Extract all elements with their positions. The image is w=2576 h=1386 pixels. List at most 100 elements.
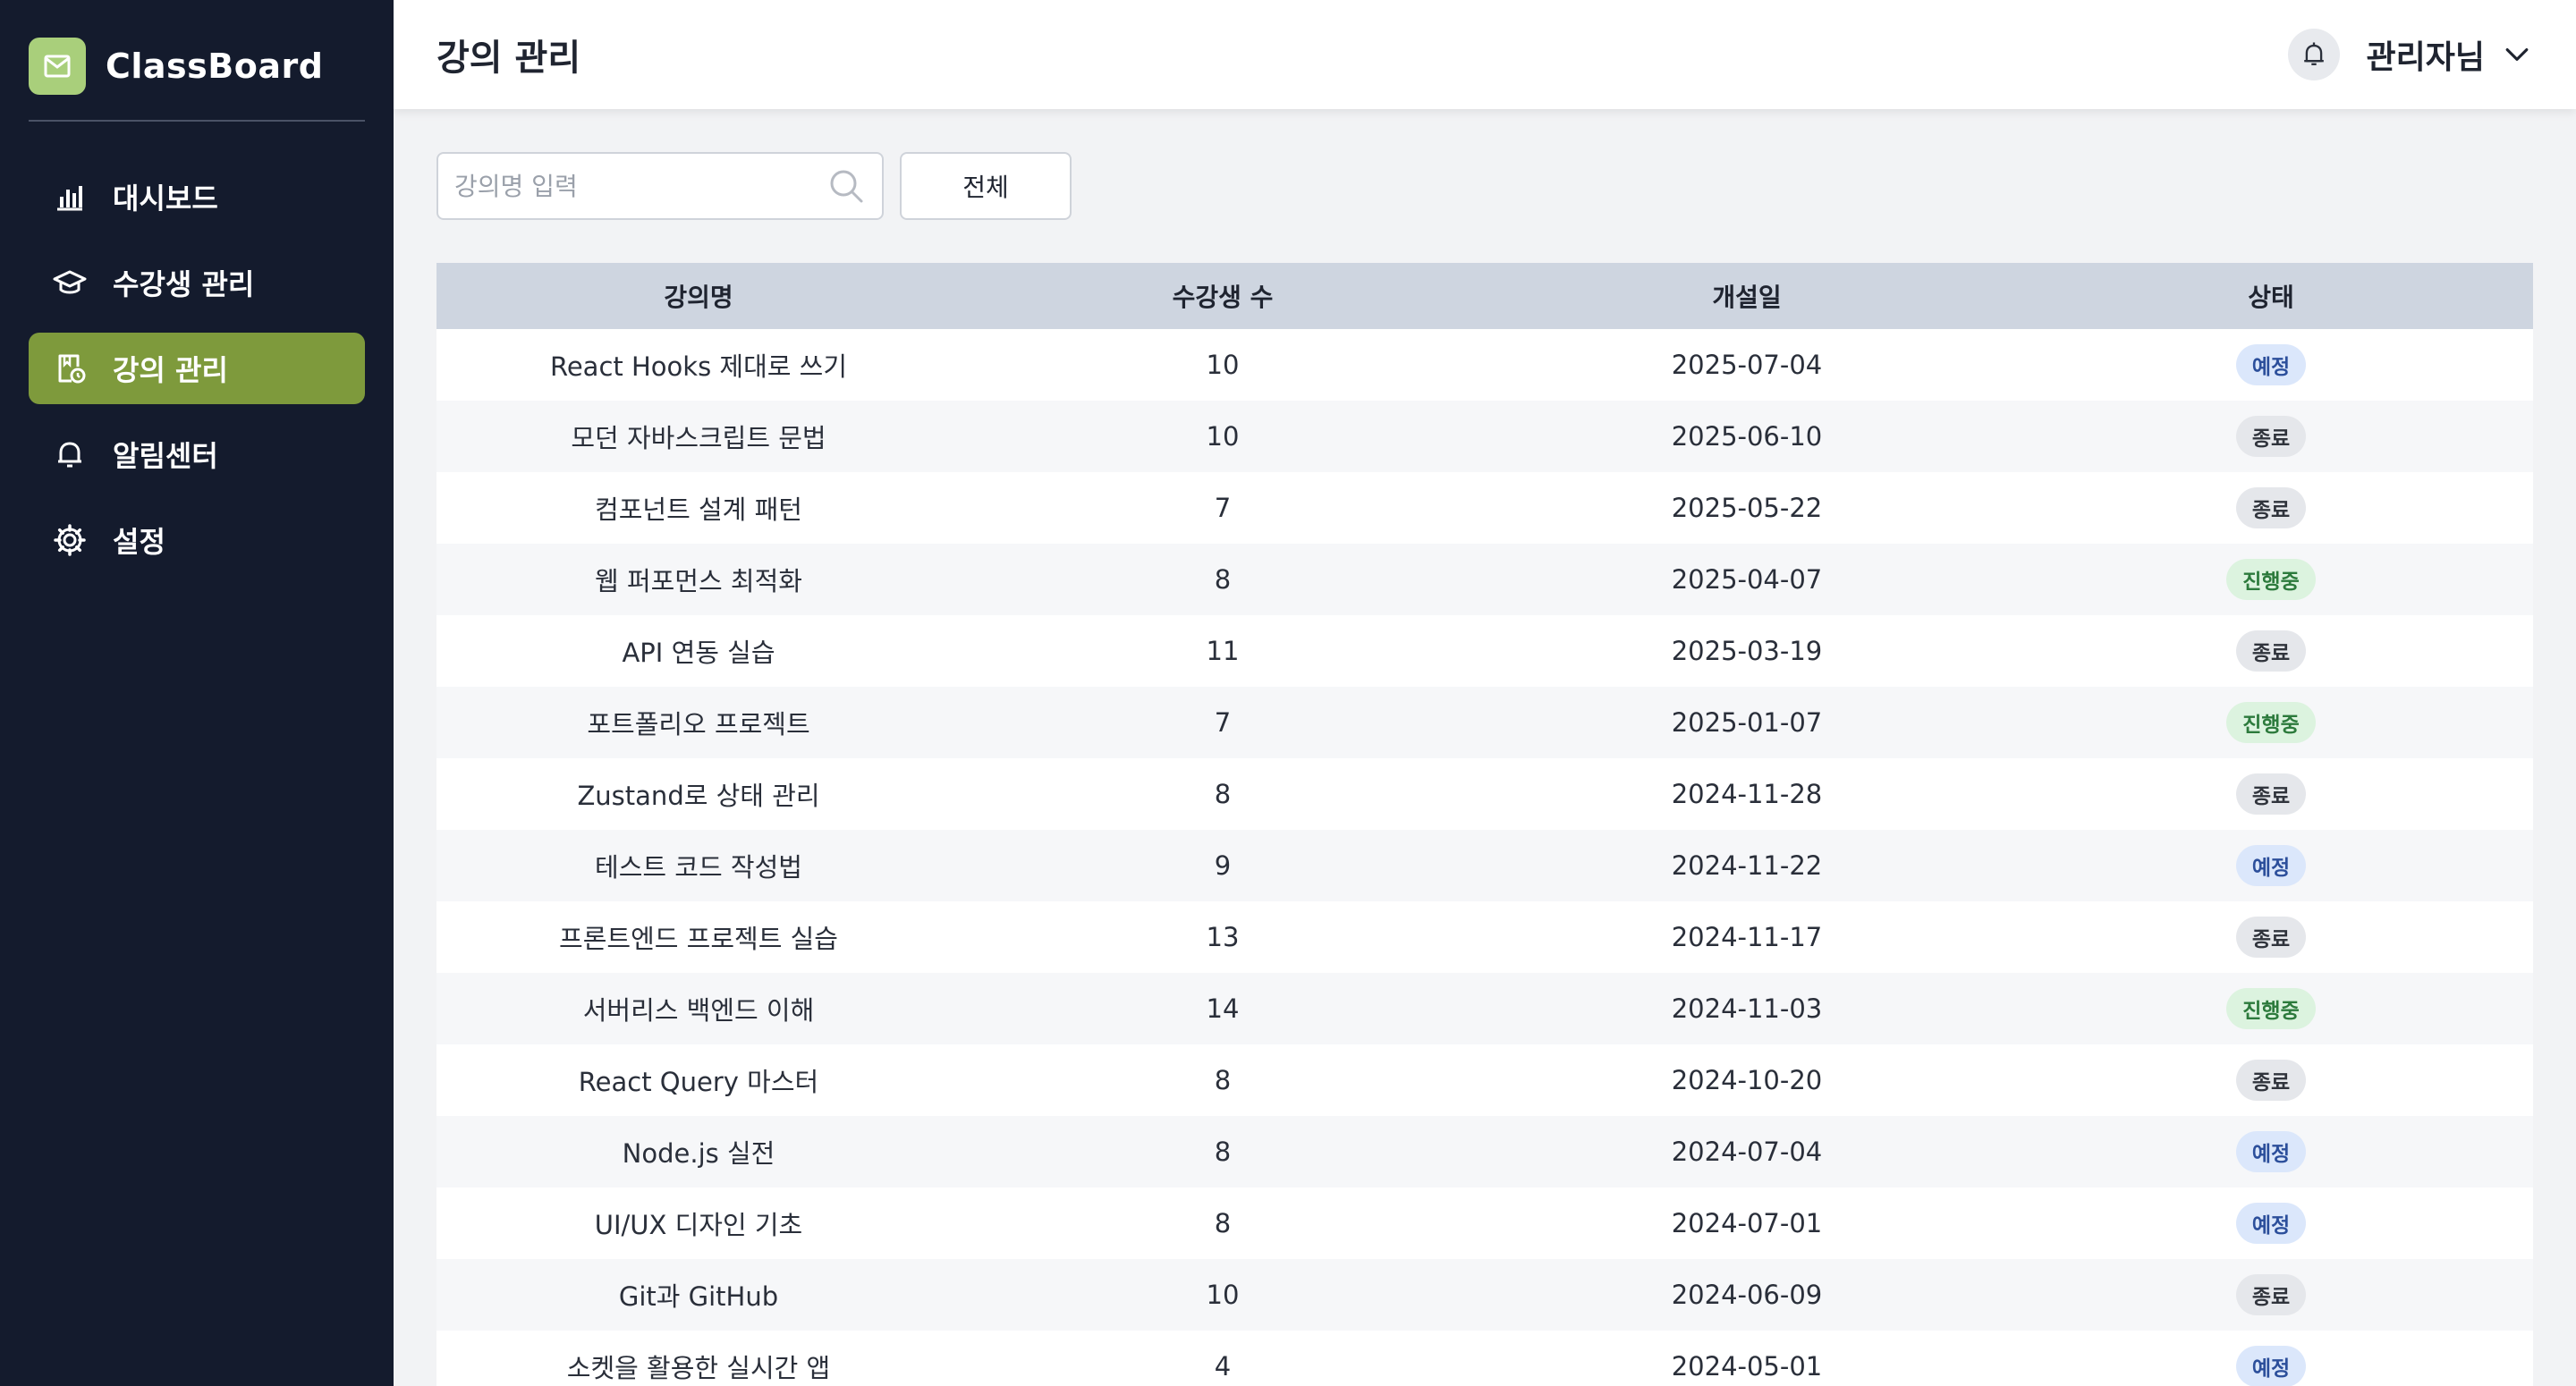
status-badge: 예정 — [2235, 1203, 2307, 1244]
column-header-name[interactable]: 강의명 — [436, 263, 961, 329]
student-count-cell: 8 — [1214, 779, 1232, 809]
column-header-status[interactable]: 상태 — [2009, 263, 2533, 329]
table-row[interactable]: Zustand로 상태 관리 8 2024-11-28 종료 — [436, 758, 2533, 830]
topbar-actions: 관리자님 — [2287, 29, 2533, 80]
sidebar-item-label: 수강생 관리 — [113, 267, 255, 301]
status-cell: 진행중 — [2009, 544, 2533, 615]
page-title: 강의 관리 — [436, 38, 581, 79]
status-cell: 예정 — [2009, 1116, 2533, 1187]
sidebar-item-settings[interactable]: 설정 — [29, 504, 365, 576]
course-name-cell: React Query 마스터 — [578, 1067, 819, 1097]
table-row[interactable]: UI/UX 디자인 기초 8 2024-07-01 예정 — [436, 1187, 2533, 1259]
sidebar-nav: 대시보드 수강생 관리 강의 관리 알림센터 설정 — [29, 161, 365, 576]
student-count-cell: 8 — [1214, 1137, 1232, 1167]
table-row[interactable]: 포트폴리오 프로젝트 7 2025-01-07 진행중 — [436, 687, 2533, 758]
course-name-cell: 소켓을 활용한 실시간 앱 — [566, 1353, 831, 1383]
status-cell: 종료 — [2009, 401, 2533, 472]
course-name-cell: API 연동 실습 — [622, 638, 775, 668]
course-name-cell: 컴포넌트 설계 패턴 — [595, 494, 802, 525]
open-date-cell: 2024-11-17 — [1671, 922, 1823, 952]
column-header-students[interactable]: 수강생 수 — [961, 263, 1485, 329]
table-row[interactable]: React Hooks 제대로 쓰기 10 2025-07-04 예정 — [436, 329, 2533, 401]
table-row[interactable]: React Query 마스터 8 2024-10-20 종료 — [436, 1044, 2533, 1116]
gear-icon — [54, 524, 86, 556]
course-name-cell: React Hooks 제대로 쓰기 — [549, 351, 848, 382]
course-name-cell: Node.js 실전 — [622, 1138, 775, 1169]
open-date-cell: 2025-07-04 — [1671, 350, 1823, 380]
open-date-cell: 2024-06-09 — [1671, 1280, 1823, 1310]
table-row[interactable]: Git과 GitHub 10 2024-06-09 종료 — [436, 1259, 2533, 1331]
table-row[interactable]: 컴포넌트 설계 패턴 7 2025-05-22 종료 — [436, 472, 2533, 544]
status-filter-button[interactable]: 전체 — [900, 152, 1072, 220]
sidebar-item-label: 설정 — [113, 525, 165, 559]
open-date-cell: 2024-05-01 — [1671, 1351, 1823, 1382]
sidebar-item-dashboard[interactable]: 대시보드 — [29, 161, 365, 232]
student-count-cell: 8 — [1214, 1065, 1232, 1095]
sidebar-item-label: 강의 관리 — [113, 353, 228, 387]
table-header-row: 강의명 수강생 수 개설일 상태 — [436, 263, 2533, 329]
table-row[interactable]: 소켓을 활용한 실시간 앱 4 2024-05-01 예정 — [436, 1331, 2533, 1386]
status-cell: 예정 — [2009, 329, 2533, 401]
course-name-cell: UI/UX 디자인 기초 — [594, 1210, 803, 1240]
status-badge: 종료 — [2235, 1060, 2307, 1101]
status-badge: 종료 — [2235, 630, 2307, 672]
student-count-cell: 7 — [1214, 493, 1232, 523]
status-cell: 종료 — [2009, 472, 2533, 544]
sidebar-item-courses[interactable]: 강의 관리 — [29, 333, 365, 404]
brand-name: ClassBoard — [106, 46, 324, 86]
status-badge: 진행중 — [2226, 559, 2316, 600]
course-name-cell: Zustand로 상태 관리 — [577, 781, 820, 811]
column-header-date[interactable]: 개설일 — [1485, 263, 2009, 329]
search-box[interactable] — [436, 152, 884, 220]
main: 강의 관리 관리자님 전체 — [394, 0, 2576, 1386]
course-icon — [58, 354, 86, 384]
student-count-cell: 10 — [1206, 350, 1240, 380]
open-date-cell: 2024-11-28 — [1671, 779, 1823, 809]
open-date-cell: 2025-01-07 — [1671, 707, 1823, 738]
student-count-cell: 10 — [1206, 1280, 1240, 1310]
status-cell: 종료 — [2009, 758, 2533, 830]
table-body: React Hooks 제대로 쓰기 10 2025-07-04 예정 모던 자바스크립… — [436, 329, 2533, 1386]
table-row[interactable]: 테스트 코드 작성법 9 2024-11-22 예정 — [436, 830, 2533, 901]
student-count-cell: 13 — [1206, 922, 1240, 952]
student-count-cell: 4 — [1214, 1351, 1232, 1382]
sidebar-item-label: 대시보드 — [113, 182, 218, 216]
open-date-cell: 2024-11-03 — [1671, 993, 1823, 1024]
sidebar: ClassBoard 대시보드 수강생 관리 강의 관리 알림센터 설정 — [0, 0, 394, 1386]
sidebar-item-students[interactable]: 수강생 관리 — [29, 247, 365, 318]
notification-button[interactable] — [2287, 29, 2340, 80]
app: ClassBoard 대시보드 수강생 관리 강의 관리 알림센터 설정 강의 … — [0, 0, 2576, 1386]
search-icon[interactable] — [826, 166, 866, 206]
table-row[interactable]: Node.js 실전 8 2024-07-04 예정 — [436, 1116, 2533, 1187]
open-date-cell: 2024-07-04 — [1671, 1137, 1823, 1167]
student-count-cell: 8 — [1214, 1208, 1232, 1238]
student-count-cell: 8 — [1214, 564, 1232, 595]
user-menu[interactable]: 관리자님 — [2367, 31, 2533, 78]
status-badge: 종료 — [2235, 416, 2307, 457]
table-row[interactable]: API 연동 실습 11 2025-03-19 종료 — [436, 615, 2533, 687]
table-row[interactable]: 모던 자바스크립트 문법 10 2025-06-10 종료 — [436, 401, 2533, 472]
table-row[interactable]: 웹 퍼포먼스 최적화 8 2025-04-07 진행중 — [436, 544, 2533, 615]
courses-table: 강의명 수강생 수 개설일 상태 React Hooks 제대로 쓰기 10 202… — [436, 263, 2533, 1386]
student-count-cell: 14 — [1206, 993, 1240, 1024]
filter-row: 전체 — [436, 152, 2533, 220]
table-row[interactable]: 프론트엔드 프로젝트 실습 13 2024-11-17 종료 — [436, 901, 2533, 973]
table-row[interactable]: 서버리스 백엔드 이해 14 2024-11-03 진행중 — [436, 973, 2533, 1044]
brand[interactable]: ClassBoard — [29, 0, 365, 122]
status-cell: 종료 — [2009, 901, 2533, 973]
sidebar-item-label: 알림센터 — [113, 439, 218, 473]
open-date-cell: 2024-07-01 — [1671, 1208, 1823, 1238]
open-date-cell: 2025-03-19 — [1671, 636, 1823, 666]
course-name-cell: 프론트엔드 프로젝트 실습 — [559, 924, 838, 954]
status-badge: 종료 — [2235, 1274, 2307, 1315]
status-badge: 예정 — [2235, 344, 2307, 385]
sidebar-item-notifications[interactable]: 알림센터 — [29, 418, 365, 490]
status-badge: 진행중 — [2226, 702, 2316, 743]
status-cell: 예정 — [2009, 1331, 2533, 1386]
bell-icon — [2303, 42, 2324, 65]
topbar: 강의 관리 관리자님 — [394, 0, 2576, 109]
search-input[interactable] — [454, 171, 826, 201]
open-date-cell: 2025-04-07 — [1671, 564, 1823, 595]
course-name-cell: 웹 퍼포먼스 최적화 — [595, 566, 802, 596]
status-badge: 예정 — [2235, 1131, 2307, 1172]
